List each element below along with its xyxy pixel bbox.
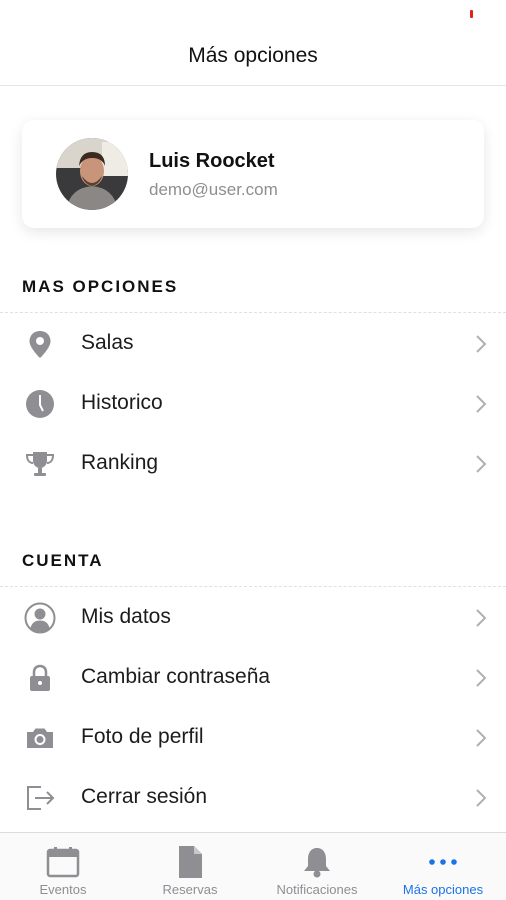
navigation-header: Más opciones xyxy=(0,0,506,86)
profile-email: demo@user.com xyxy=(149,180,278,199)
menu-item-label: Foto de perfil xyxy=(81,725,204,748)
tab-bar: Eventos Reservas Notificaciones Más opci… xyxy=(0,832,506,900)
trophy-icon xyxy=(24,448,56,480)
document-icon xyxy=(173,845,207,879)
tab-label: Más opciones xyxy=(402,882,484,897)
section-title-cuenta: CUENTA xyxy=(22,551,104,570)
tab-mas-opciones[interactable]: Más opciones xyxy=(380,833,506,900)
location-pin-icon xyxy=(24,328,56,360)
menu-item-salas[interactable]: Salas xyxy=(0,313,506,371)
menu-item-label: Cambiar contraseña xyxy=(81,665,271,688)
profile-name: Luis Roocket xyxy=(149,150,275,172)
user-circle-icon xyxy=(24,602,56,634)
menu-item-label: Salas xyxy=(81,331,134,354)
menu-item-label: Cerrar sesión xyxy=(81,785,208,808)
menu-item-label: Historico xyxy=(81,391,163,414)
menu-item-mis-datos[interactable]: Mis datos xyxy=(0,587,506,645)
chevron-right-icon xyxy=(474,333,488,355)
tab-notificaciones[interactable]: Notificaciones xyxy=(254,833,380,900)
calendar-icon xyxy=(46,845,80,879)
more-dots-icon xyxy=(426,845,460,879)
section-title-mas-opciones: MAS OPCIONES xyxy=(22,277,179,296)
menu-item-label: Mis datos xyxy=(81,605,171,628)
clock-icon xyxy=(24,388,56,420)
menu-item-cambiar-contrasena[interactable]: Cambiar contraseña xyxy=(0,647,506,705)
chevron-right-icon xyxy=(474,667,488,689)
chevron-right-icon xyxy=(474,787,488,809)
chevron-right-icon xyxy=(474,453,488,475)
menu-item-label: Ranking xyxy=(81,451,159,474)
tab-reservas[interactable]: Reservas xyxy=(127,833,253,900)
profile-card[interactable]: Luis Roocket demo@user.com xyxy=(22,120,484,228)
page-title: Más opciones xyxy=(188,44,318,67)
menu-item-cerrar-sesion[interactable]: Cerrar sesión xyxy=(0,767,506,825)
logout-icon xyxy=(24,782,56,814)
avatar xyxy=(56,138,128,210)
tab-label: Reservas xyxy=(162,882,218,897)
chevron-right-icon xyxy=(474,393,488,415)
chevron-right-icon xyxy=(474,607,488,629)
menu-item-historico[interactable]: Historico xyxy=(0,373,506,431)
tab-label: Eventos xyxy=(39,882,87,897)
bell-icon xyxy=(300,845,334,879)
tab-label: Notificaciones xyxy=(276,882,358,897)
camera-icon xyxy=(24,722,56,754)
lock-icon xyxy=(24,662,56,694)
tab-eventos[interactable]: Eventos xyxy=(0,833,126,900)
chevron-right-icon xyxy=(474,727,488,749)
menu-item-foto-de-perfil[interactable]: Foto de perfil xyxy=(0,707,506,765)
menu-item-ranking[interactable]: Ranking xyxy=(0,433,506,491)
